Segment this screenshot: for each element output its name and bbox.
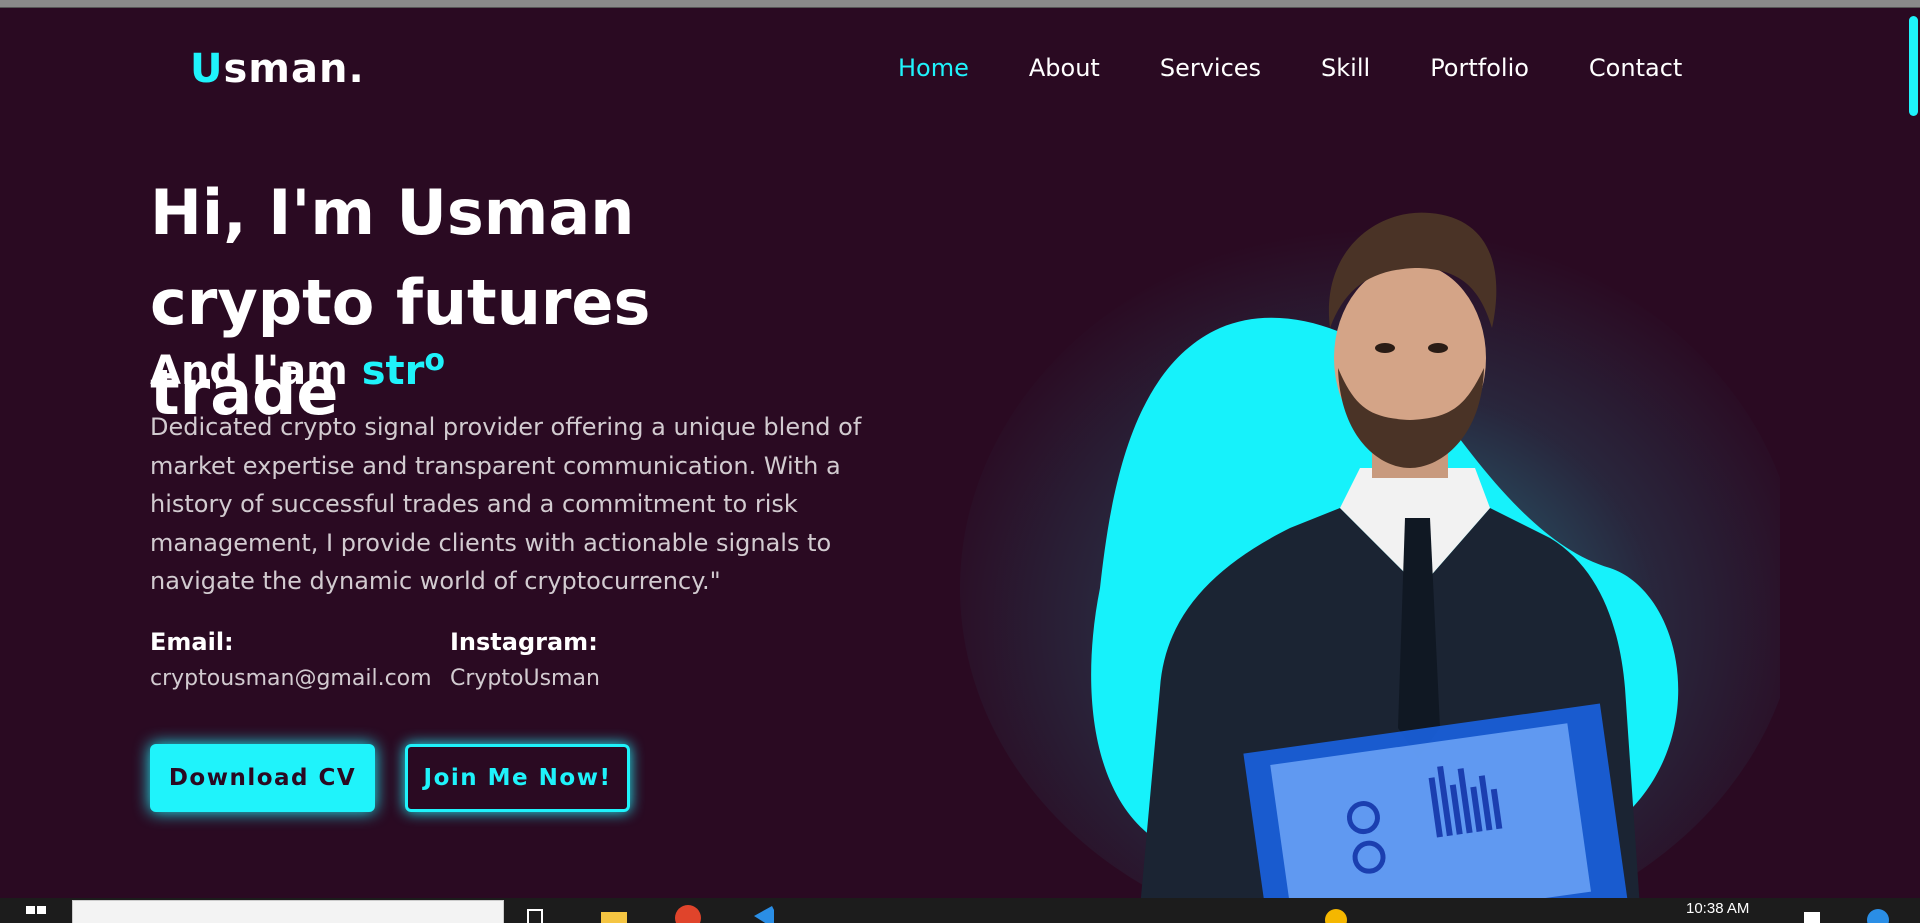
typing-text: stro	[361, 343, 445, 394]
browser-top-edge	[0, 0, 1920, 8]
instagram-label: Instagram:	[450, 628, 598, 656]
site-logo[interactable]: Usman.	[190, 46, 365, 92]
logo-text: sman.	[223, 46, 365, 92]
typing-text-raised: o	[424, 343, 445, 378]
copilot-icon[interactable]	[1862, 902, 1894, 923]
chrome-icon[interactable]	[672, 902, 704, 923]
portfolio-page: Usman. Home About Services Skill Portfol…	[0, 8, 1902, 898]
vscode-icon[interactable]	[748, 902, 780, 923]
nav-home[interactable]: Home	[898, 54, 969, 82]
weather-icon[interactable]	[1320, 902, 1352, 923]
logo-accent-letter: U	[190, 46, 224, 92]
notifications-icon[interactable]	[1796, 902, 1828, 923]
windows-taskbar: 10:38 AM	[0, 898, 1920, 923]
typing-text-main: str	[361, 348, 425, 394]
taskbar-clock[interactable]: 10:38 AM	[1686, 900, 1749, 917]
nav-about[interactable]: About	[1029, 54, 1100, 82]
download-cv-button[interactable]: Download CV	[150, 744, 375, 812]
hero-subtitle-prefix: And I'am	[150, 348, 362, 394]
email-value: cryptousman@gmail.com	[150, 666, 432, 691]
email-block: Email: cryptousman@gmail.com	[150, 628, 432, 691]
instagram-block: Instagram: CryptoUsman	[450, 628, 600, 691]
hero-portrait-image	[960, 212, 1780, 898]
file-explorer-icon[interactable]	[598, 902, 630, 923]
hero-description: Dedicated crypto signal provider offerin…	[150, 413, 862, 595]
left-eye	[1375, 343, 1395, 353]
page-scrollbar[interactable]	[1902, 8, 1920, 898]
nav-portfolio[interactable]: Portfolio	[1430, 54, 1529, 82]
nav-services[interactable]: Services	[1160, 54, 1261, 82]
hero-title: Hi, I'm Usman crypto futures trade	[150, 176, 651, 429]
main-nav: Home About Services Skill Portfolio Cont…	[898, 54, 1682, 82]
windows-start-icon[interactable]	[20, 902, 52, 923]
nav-skill[interactable]: Skill	[1321, 54, 1370, 82]
right-eye	[1428, 343, 1448, 353]
nav-contact[interactable]: Contact	[1589, 54, 1682, 82]
scrollbar-thumb[interactable]	[1909, 16, 1918, 116]
task-view-icon[interactable]	[520, 902, 552, 923]
join-me-button[interactable]: Join Me Now!	[405, 744, 630, 812]
taskbar-search-box[interactable]	[72, 900, 504, 923]
hero-subtitle: And I'am stro	[150, 343, 445, 394]
email-label: Email:	[150, 628, 234, 656]
instagram-value: CryptoUsman	[450, 666, 600, 691]
